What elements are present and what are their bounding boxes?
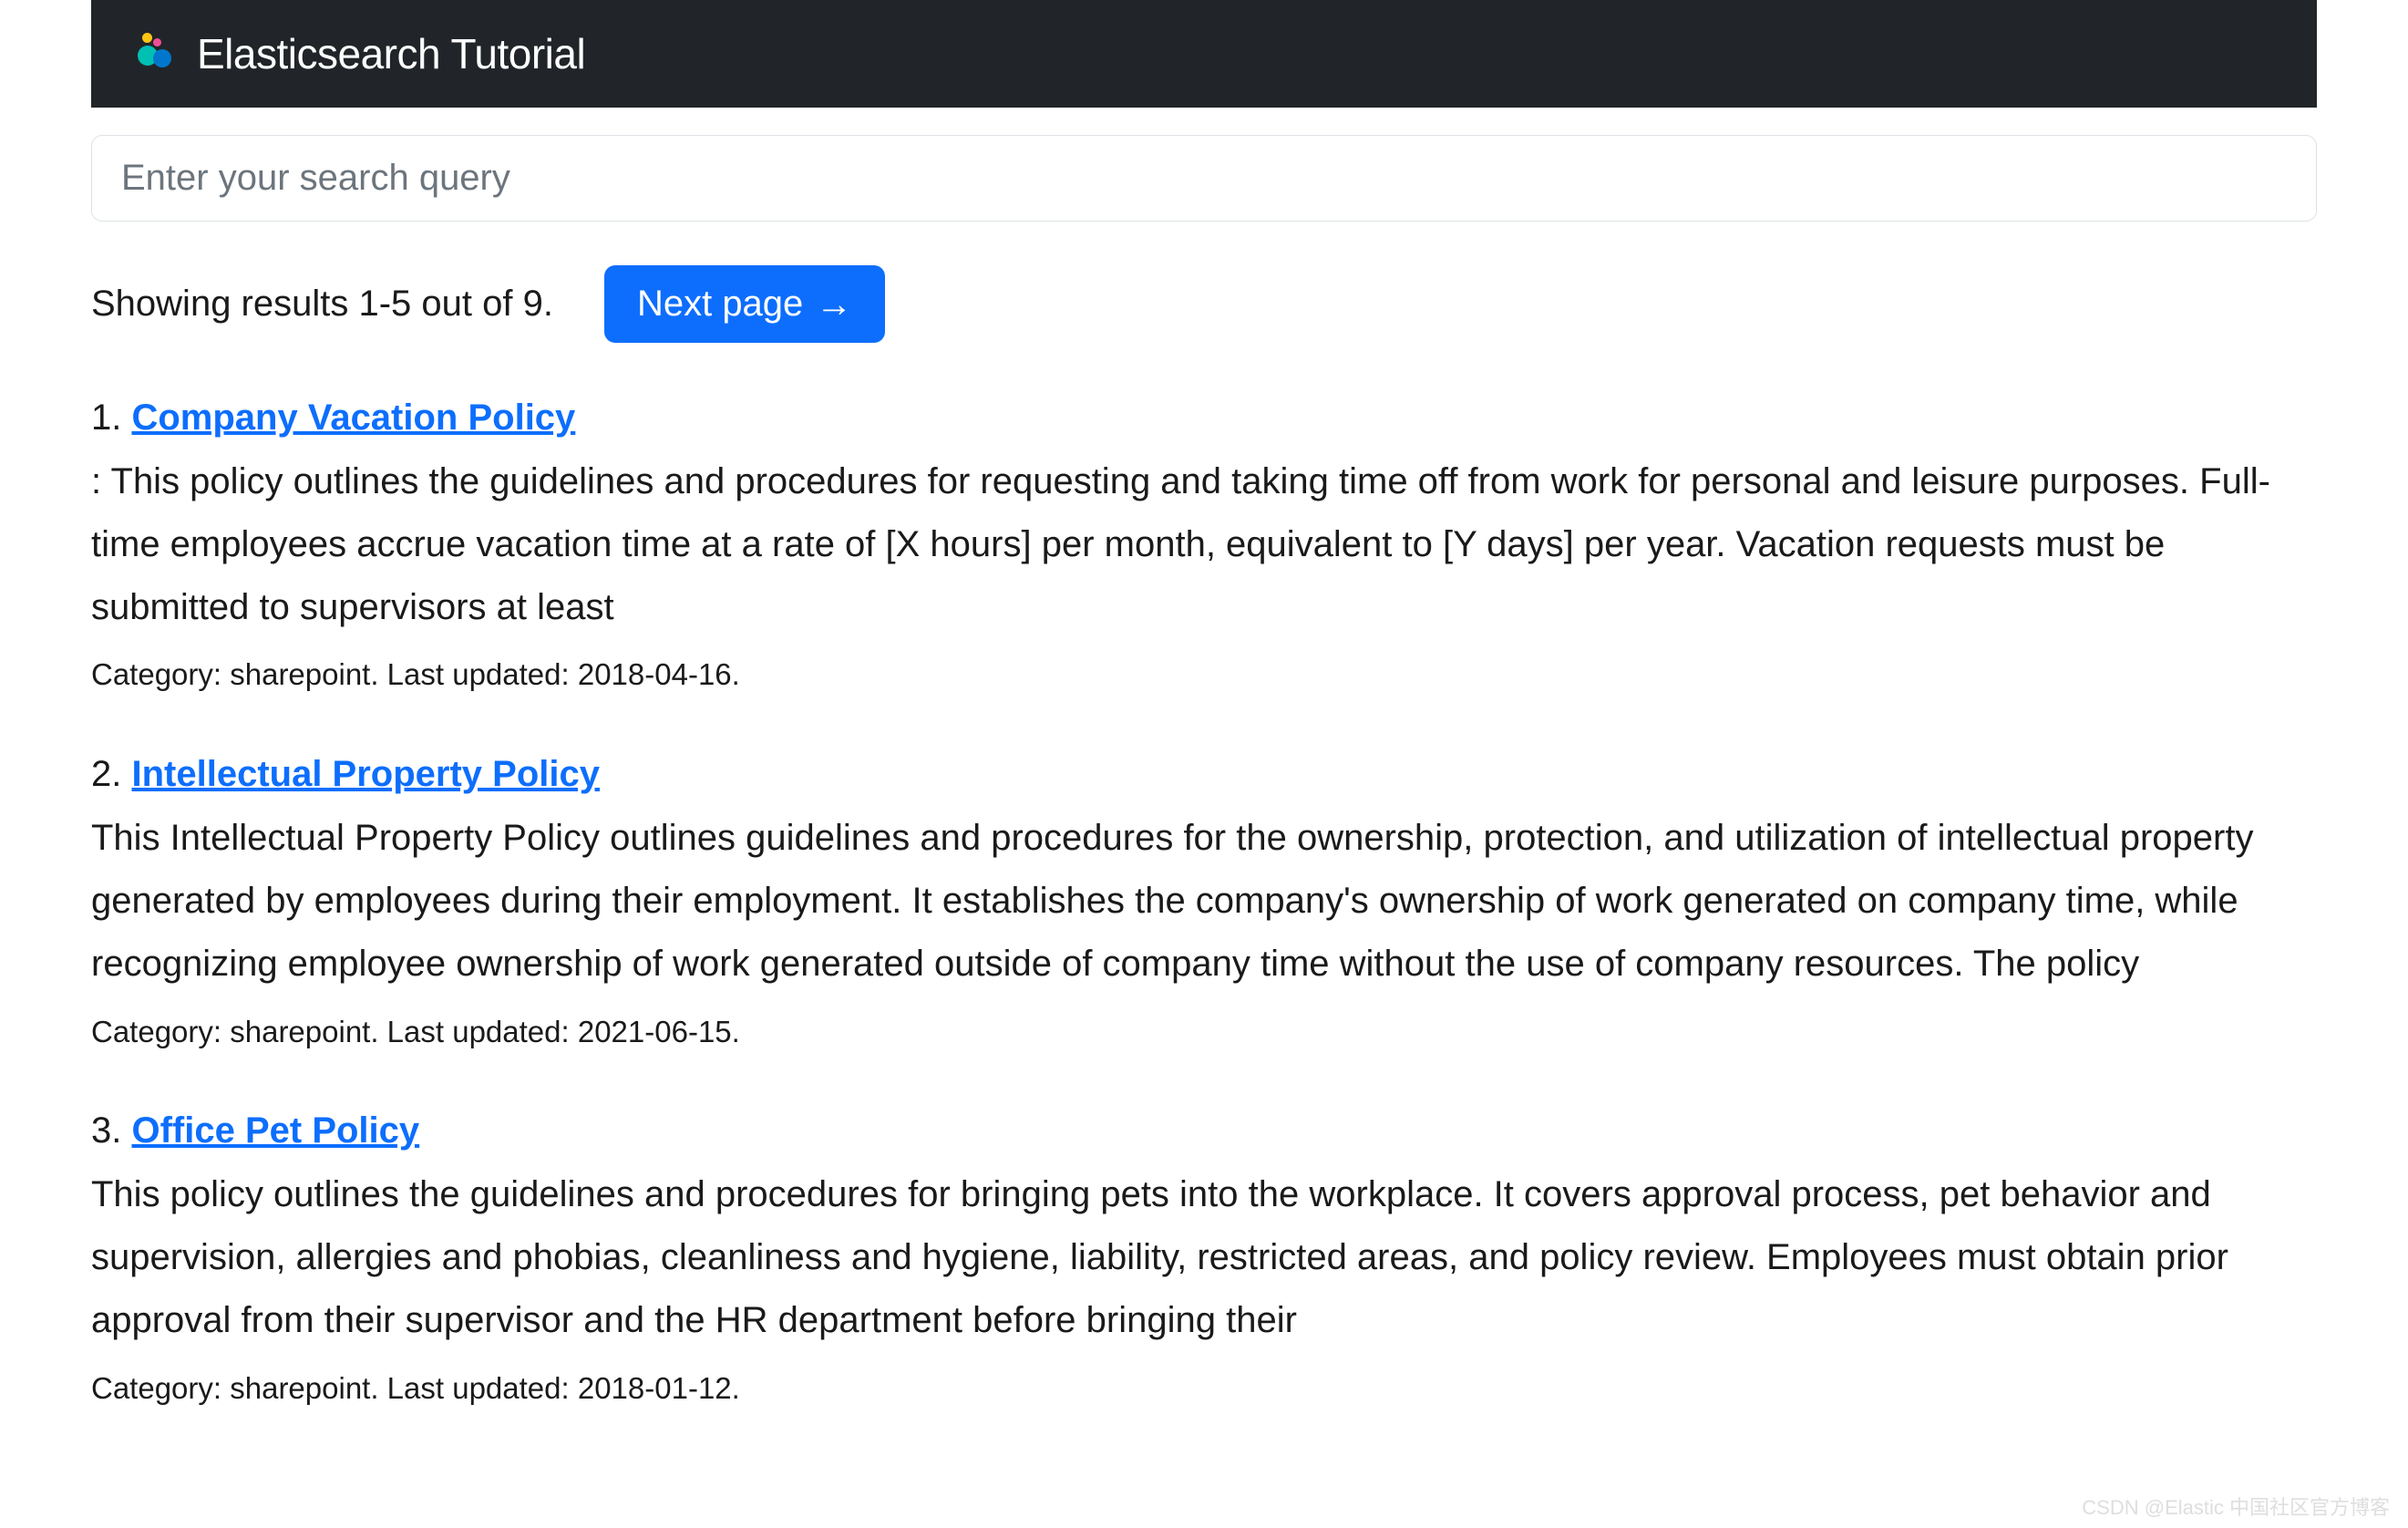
search-result: 2. Intellectual Property Policy This Int… [91,749,2317,1056]
watermark-text: CSDN @Elastic 中国社区官方博客 [2082,1492,2390,1521]
result-index: 1. [91,397,121,438]
result-meta: Category: sharepoint. Last updated: 2021… [91,1008,2317,1057]
result-snippet: : This policy outlines the guidelines an… [91,450,2317,638]
results-bar: Showing results 1-5 out of 9. Next page … [91,265,2317,343]
result-meta: Category: sharepoint. Last updated: 2018… [91,651,2317,699]
result-index: 3. [91,1110,121,1151]
result-snippet: This policy outlines the guidelines and … [91,1163,2317,1351]
results-count: Showing results 1-5 out of 9. [91,284,553,325]
search-result: 3. Office Pet Policy This policy outline… [91,1105,2317,1412]
main-content: Showing results 1-5 out of 9. Next page … [91,108,2317,1413]
next-page-button[interactable]: Next page → [604,265,885,343]
result-snippet: This Intellectual Property Policy outlin… [91,807,2317,995]
result-meta: Category: sharepoint. Last updated: 2018… [91,1365,2317,1413]
result-title-line: 2. Intellectual Property Policy [91,749,2317,800]
page-title: Elasticsearch Tutorial [197,29,585,78]
result-link[interactable]: Office Pet Policy [131,1110,419,1151]
result-link[interactable]: Intellectual Property Policy [131,754,600,794]
arrow-right-icon: → [816,286,852,323]
result-link[interactable]: Company Vacation Policy [131,397,575,438]
search-result: 1. Company Vacation Policy : This policy… [91,392,2317,699]
result-index: 2. [91,754,121,794]
app-header: Elasticsearch Tutorial [91,0,2317,108]
result-title-line: 3. Office Pet Policy [91,1105,2317,1156]
elastic-logo-icon [133,33,175,75]
next-page-label: Next page [637,284,803,325]
result-title-line: 1. Company Vacation Policy [91,392,2317,443]
search-input[interactable] [91,135,2317,222]
